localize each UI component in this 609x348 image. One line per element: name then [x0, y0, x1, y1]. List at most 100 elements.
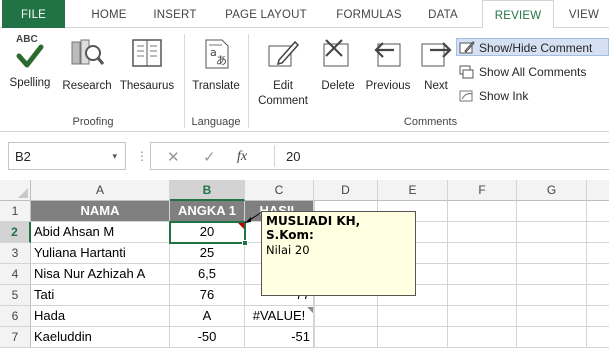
- gridline: [586, 201, 587, 348]
- table-cell[interactable]: Yuliana Hartanti: [31, 243, 170, 264]
- row-header-2[interactable]: 2: [0, 222, 31, 243]
- insert-function-icon[interactable]: fx: [237, 149, 247, 165]
- comment-text: Nilai 20: [266, 243, 310, 257]
- comment-author: MUSLIADI KH, S.Kom:: [266, 214, 361, 242]
- table-cell[interactable]: Hada: [31, 306, 170, 327]
- edit-comment-icon: [252, 36, 314, 75]
- show-hide-comment-label: Show/Hide Comment: [479, 41, 593, 55]
- formula-input[interactable]: 20: [286, 149, 300, 164]
- thesaurus-label: Thesaurus: [119, 80, 175, 92]
- tab-file[interactable]: FILE: [2, 0, 65, 28]
- chevron-down-icon[interactable]: ▾: [112, 151, 117, 162]
- language-group-label: Language: [191, 116, 241, 128]
- row-header-3[interactable]: 3: [0, 243, 31, 264]
- table-cell[interactable]: Nisa Nur Azhizah A: [31, 264, 170, 285]
- gridline: [447, 201, 448, 348]
- show-ink-label: Show Ink: [479, 89, 529, 103]
- formula-bar-splitter[interactable]: ⋮: [136, 149, 148, 163]
- select-all-triangle-icon: [18, 188, 28, 198]
- show-ink-icon: [459, 88, 475, 109]
- header-cell-angka[interactable]: ANGKA 1: [170, 201, 245, 222]
- research-button[interactable]: Research: [60, 36, 114, 94]
- tab-review[interactable]: REVIEW: [482, 0, 554, 29]
- research-label: Research: [62, 80, 112, 92]
- show-all-comments-label: Show All Comments: [479, 65, 587, 79]
- previous-arrow-icon: [362, 36, 414, 75]
- column-header-f[interactable]: F: [448, 180, 517, 201]
- column-header-d[interactable]: D: [314, 180, 378, 201]
- translate-icon: aあ: [188, 36, 244, 75]
- ribbon-separator: [184, 34, 185, 128]
- table-cell[interactable]: 6,5: [170, 264, 245, 285]
- row-header-4[interactable]: 4: [0, 264, 31, 285]
- table-cell[interactable]: -50: [170, 327, 245, 348]
- spelling-button[interactable]: ABC Spelling: [4, 34, 56, 91]
- table-cell[interactable]: Tati: [31, 285, 170, 306]
- next-label: Next: [424, 80, 448, 92]
- table-cell[interactable]: -51: [245, 327, 314, 348]
- gridline: [516, 201, 517, 348]
- cell-comment-box[interactable]: MUSLIADI KH, S.Kom: Nilai 20: [261, 211, 416, 296]
- column-header-a[interactable]: A: [31, 180, 170, 201]
- ribbon: ABC Spelling Research Thesaurus Proofing…: [0, 28, 609, 132]
- proofing-group-label: Proofing: [72, 116, 114, 128]
- formula-separator: [274, 145, 275, 167]
- active-cell-border: [169, 221, 246, 244]
- tab-insert[interactable]: INSERT: [144, 0, 206, 28]
- show-all-comments-icon: [459, 64, 475, 85]
- formula-input-area: ✕ ✓ fx 20: [150, 142, 609, 170]
- comment-indicator[interactable]: [307, 307, 313, 313]
- column-header-next: [587, 180, 609, 201]
- table-cell[interactable]: Abid Ahsan M: [31, 222, 170, 243]
- table-cell[interactable]: #VALUE!: [245, 306, 314, 327]
- edit-comment-label-line1: Edit: [273, 80, 293, 92]
- edit-comment-button[interactable]: Edit Comment: [252, 36, 314, 109]
- column-header-b[interactable]: B: [170, 180, 245, 201]
- thesaurus-button[interactable]: Thesaurus: [117, 36, 177, 94]
- ribbon-tab-bar: FILE HOME INSERT PAGE LAYOUT FORMULAS DA…: [0, 0, 609, 29]
- show-ink-button[interactable]: Show Ink: [457, 87, 577, 105]
- spelling-icon: ABC: [10, 34, 50, 72]
- edit-comment-label-line2: Comment: [258, 95, 308, 107]
- enter-icon[interactable]: ✓: [203, 148, 216, 166]
- row-header-6[interactable]: 6: [0, 306, 31, 327]
- tab-page-layout[interactable]: PAGE LAYOUT: [218, 0, 314, 28]
- name-box[interactable]: B2 ▾: [8, 142, 126, 170]
- previous-label: Previous: [365, 80, 411, 92]
- row-header-5[interactable]: 5: [0, 285, 31, 306]
- table-cell[interactable]: 25: [170, 243, 245, 264]
- tab-home[interactable]: HOME: [80, 0, 138, 28]
- header-cell-nama[interactable]: NAMA: [31, 201, 170, 222]
- research-icon: [60, 36, 114, 75]
- show-all-comments-button[interactable]: Show All Comments: [457, 63, 609, 81]
- delete-comment-button[interactable]: Delete: [316, 36, 360, 94]
- fill-handle[interactable]: [242, 240, 248, 246]
- ribbon-separator: [248, 34, 249, 128]
- name-box-value: B2: [15, 149, 31, 164]
- spelling-label: Spelling: [9, 77, 51, 89]
- delete-comment-icon: [316, 36, 360, 75]
- show-hide-comment-icon: [459, 40, 475, 61]
- tab-view[interactable]: VIEW: [560, 0, 608, 28]
- row-header-1[interactable]: 1: [0, 201, 31, 222]
- column-header-g[interactable]: G: [517, 180, 587, 201]
- column-header-c[interactable]: C: [245, 180, 314, 201]
- tab-data[interactable]: DATA: [414, 0, 472, 28]
- tab-formulas[interactable]: FORMULAS: [330, 0, 408, 28]
- formula-bar: B2 ▾ ⋮ ✕ ✓ fx 20: [0, 140, 609, 172]
- comments-group-label: Comments: [403, 116, 458, 128]
- select-all-corner[interactable]: [0, 180, 31, 201]
- show-hide-comment-button[interactable]: Show/Hide Comment: [456, 38, 609, 56]
- table-cell[interactable]: A: [170, 306, 245, 327]
- svg-text:あ: あ: [216, 54, 227, 67]
- next-comment-button[interactable]: Next: [416, 36, 456, 94]
- translate-button[interactable]: aあ Translate: [188, 36, 244, 94]
- cancel-icon[interactable]: ✕: [167, 148, 180, 166]
- column-header-e[interactable]: E: [378, 180, 448, 201]
- next-arrow-icon: [416, 36, 456, 75]
- table-cell[interactable]: Kaeluddin: [31, 327, 170, 348]
- previous-comment-button[interactable]: Previous: [362, 36, 414, 94]
- table-cell[interactable]: 76: [170, 285, 245, 306]
- row-header-7[interactable]: 7: [0, 327, 31, 348]
- thesaurus-icon: [117, 36, 177, 75]
